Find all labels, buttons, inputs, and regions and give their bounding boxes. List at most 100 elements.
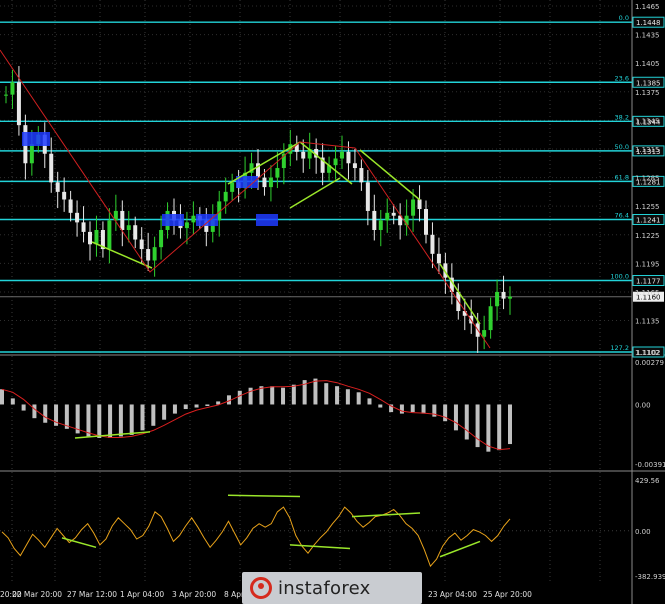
macd-tick-label: -0.00391 — [635, 461, 665, 469]
macd-histogram-bar — [172, 404, 177, 414]
candle-body — [68, 199, 73, 213]
candle-body — [107, 220, 112, 250]
watermark: instaforex — [242, 572, 422, 604]
x-tick-label: 3 Apr 20:00 — [172, 590, 216, 599]
macd-histogram-bar — [32, 404, 37, 419]
candle-body — [346, 151, 351, 164]
macd-histogram-bar — [443, 404, 448, 422]
macd-histogram-bar — [0, 389, 4, 405]
macd-histogram-bar — [335, 386, 340, 405]
watermark-text: instaforex — [278, 577, 371, 599]
candle-body — [411, 199, 416, 216]
oscillator-divergence-line — [439, 540, 481, 558]
price-tick-label: 1.1345 — [635, 117, 660, 125]
candle-body — [10, 82, 15, 95]
oscillator-line — [1, 506, 511, 568]
fib-price-label: 1.1385 — [636, 79, 661, 87]
macd-histogram-bar — [508, 404, 512, 445]
price-tick-label: 1.1195 — [635, 260, 660, 268]
price-layer — [0, 49, 512, 353]
macd-histogram-bar — [270, 386, 275, 405]
fib-ratio-label: 23.6 — [615, 74, 629, 82]
candle-body — [223, 191, 228, 202]
x-tick-label: 1 Apr 04:00 — [120, 590, 164, 599]
macd-histogram-bar — [497, 404, 502, 451]
oscillator-divergence-line — [61, 537, 97, 549]
fib-ratio-label: 38.2 — [615, 113, 629, 121]
candle-body — [301, 151, 306, 159]
candle-body — [75, 212, 80, 223]
macd-histogram-bar — [378, 404, 383, 408]
oscillator-tick-label: 0.00 — [635, 528, 651, 536]
macd-histogram-bar — [183, 404, 188, 410]
macd-histogram-bar — [194, 404, 199, 408]
fib-ratio-label: 61.8 — [615, 173, 629, 181]
macd-histogram-bar — [464, 404, 469, 440]
macd-histogram-bar — [97, 404, 102, 438]
candle-body — [378, 220, 383, 230]
candle-body — [152, 247, 157, 261]
fib-ratio-label: 0.0 — [619, 14, 629, 22]
macd-histogram-bar — [356, 392, 361, 405]
macd-histogram-bar — [475, 404, 480, 448]
macd-histogram-bar — [43, 404, 48, 423]
candle-body — [262, 177, 267, 188]
macd-histogram-bar — [205, 404, 210, 406]
oscillator-tick-label: 429.56 — [635, 477, 660, 485]
candle-body — [159, 229, 164, 248]
candle-body — [417, 199, 422, 210]
candle-body — [488, 306, 493, 331]
macd-histogram-bar — [324, 383, 329, 405]
candle-body — [62, 191, 67, 200]
macd-histogram-bar — [108, 404, 113, 438]
macd-histogram-bar — [162, 404, 167, 420]
price-tick-label: 1.1285 — [635, 175, 660, 183]
green-trendline — [439, 263, 481, 325]
candle-body — [372, 210, 377, 230]
macd-layer — [0, 378, 512, 452]
macd-histogram-bar — [129, 404, 134, 435]
candle-body — [16, 82, 21, 126]
price-tick-label: 1.1435 — [635, 32, 660, 40]
macd-histogram-bar — [281, 387, 286, 405]
oscillator-divergence-line — [227, 494, 301, 498]
price-tick-label: 1.1165 — [635, 289, 660, 297]
candle-body — [508, 296, 512, 299]
price-tick-label: 1.1135 — [635, 318, 660, 326]
fib-ratio-label: 127.2 — [610, 344, 629, 352]
candle-body — [94, 229, 99, 245]
oscillator-tick-label: -382.939 — [635, 573, 665, 581]
candle-body — [120, 210, 125, 230]
instaforex-logo-icon — [250, 577, 272, 599]
x-tick-label: 23 Apr 04:00 — [428, 590, 477, 599]
candle-body — [146, 249, 151, 261]
green-trendline — [289, 177, 341, 209]
fib-price-label: 1.1177 — [636, 278, 661, 286]
candle-body — [482, 330, 487, 337]
candle-body — [365, 182, 370, 211]
candle-body — [268, 177, 273, 188]
macd-histogram-bar — [248, 387, 253, 405]
oscillator-divergence-line — [289, 544, 351, 550]
macd-histogram-bar — [345, 389, 350, 405]
fib-ratio-label: 100.0 — [610, 273, 629, 281]
fib-ratio-label: 76.4 — [615, 212, 629, 220]
price-tick-label: 1.1102 — [635, 349, 660, 357]
oscillator-layer — [0, 494, 632, 568]
candle-body — [495, 291, 500, 307]
candle-body — [184, 222, 189, 229]
macd-histogram-bar — [453, 404, 458, 431]
candle-body — [359, 168, 364, 183]
candle-body — [385, 212, 390, 221]
macd-histogram-bar — [291, 384, 296, 405]
blue-zone-box — [22, 132, 50, 146]
macd-tick-label: 0.00279 — [635, 359, 664, 367]
macd-histogram-bar — [237, 390, 242, 405]
grid-layer — [0, 0, 665, 604]
candle-body — [55, 182, 60, 192]
price-tick-label: 1.1465 — [635, 3, 660, 11]
blue-zone-box — [162, 214, 184, 226]
candle-body — [501, 291, 506, 299]
candle-body — [333, 158, 338, 166]
macd-histogram-bar — [399, 404, 404, 414]
